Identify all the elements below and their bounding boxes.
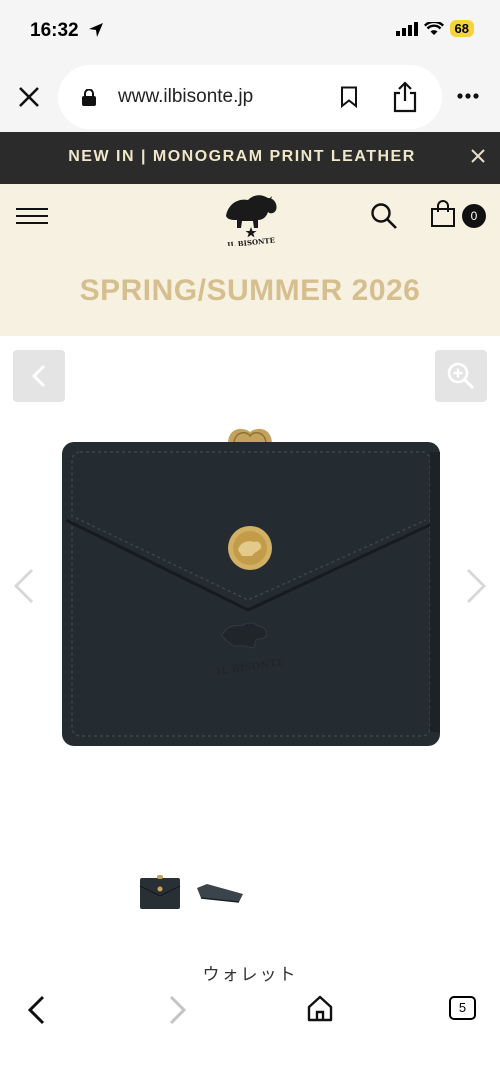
browser-toolbar: 5 — [0, 984, 500, 1080]
next-image-arrow[interactable] — [462, 566, 490, 606]
address-bar[interactable]: www.ilbisonte.jp — [58, 65, 442, 129]
season-title: SPRING/SUMMER 2026 — [79, 274, 421, 307]
site-header: IL BISONTE 0 SPRING/SUMMER 2026 — [0, 184, 500, 336]
url-text: www.ilbisonte.jp — [118, 86, 254, 107]
status-icons: 68 — [395, 20, 474, 37]
browser-back-icon[interactable] — [24, 994, 48, 1026]
search-icon[interactable] — [370, 202, 398, 230]
browser-forward-icon[interactable] — [166, 994, 190, 1026]
il-bisonte-logo[interactable]: IL BISONTE — [218, 190, 284, 246]
cart-count-badge[interactable]: 0 — [462, 204, 486, 228]
svg-text:IL BISONTE: IL BISONTE — [227, 236, 276, 246]
browser-bar: www.ilbisonte.jp — [0, 62, 500, 132]
status-bar: 16:32 68 — [0, 0, 500, 62]
lock-icon — [82, 89, 96, 106]
close-icon — [19, 87, 39, 107]
gallery-back-button[interactable] — [13, 350, 65, 402]
menu-icon[interactable] — [16, 207, 48, 225]
location-arrow-icon — [89, 23, 103, 37]
announcement-bar: NEW IN | MONOGRAM PRINT LEATHER — [0, 132, 500, 184]
home-icon[interactable] — [306, 994, 334, 1022]
tab-count-button[interactable]: 5 — [449, 996, 476, 1020]
product-image-wallet[interactable]: IL BISONTE — [58, 424, 444, 750]
thumbnail-front[interactable] — [139, 875, 181, 910]
status-time: 16:32 — [30, 20, 79, 41]
announcement-text[interactable]: NEW IN | MONOGRAM PRINT LEATHER — [0, 148, 500, 166]
close-tab-button[interactable] — [14, 82, 44, 112]
signal-icon — [395, 21, 418, 36]
battery-indicator: 68 — [449, 20, 474, 37]
chevron-left-icon — [31, 364, 46, 388]
shopping-bag-icon[interactable] — [430, 200, 456, 228]
announcement-close-icon[interactable] — [470, 148, 486, 164]
share-icon[interactable] — [392, 81, 418, 113]
wifi-icon — [423, 21, 444, 35]
product-gallery: IL BISONTE — [0, 336, 500, 856]
zoom-button[interactable] — [435, 350, 487, 402]
previous-image-arrow[interactable] — [10, 566, 38, 606]
product-name: ウォレット — [202, 965, 298, 984]
bookmark-icon[interactable] — [340, 86, 358, 108]
zoom-in-icon — [447, 362, 475, 390]
more-options-icon[interactable] — [456, 92, 480, 100]
thumbnail-side[interactable] — [195, 880, 245, 908]
